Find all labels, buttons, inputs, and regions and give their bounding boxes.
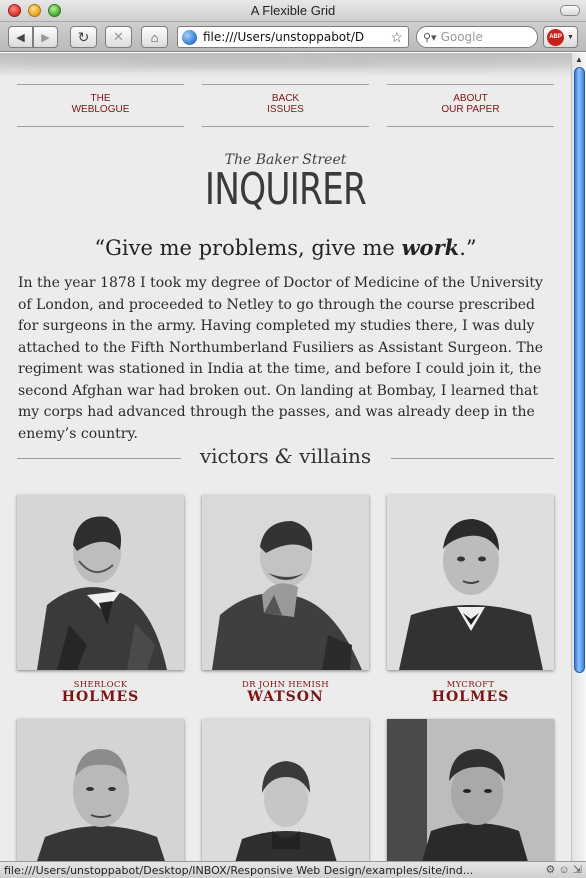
section-heading-left: victors	[199, 444, 276, 468]
reload-icon: ↻	[77, 28, 90, 45]
figure-mycroft-holmes[interactable]	[387, 495, 554, 670]
stop-icon: ✕	[113, 29, 124, 44]
page-viewport: The Weblogue Back Issues About Our Paper…	[0, 53, 571, 861]
stop-button[interactable]: ✕	[105, 26, 132, 48]
quote-text-before: “Give me problems, give me	[94, 236, 402, 260]
vertical-scrollbar[interactable]: ▲	[571, 53, 586, 861]
status-url: file:///Users/unstoppabot/Desktop/INBOX/…	[4, 864, 474, 877]
figure-sherlock-holmes[interactable]	[17, 495, 184, 670]
forward-button[interactable]: ▶	[33, 26, 58, 48]
globe-icon	[182, 29, 197, 45]
nav-label-line2: Issues	[267, 104, 304, 115]
status-bar: file:///Users/unstoppabot/Desktop/INBOX/…	[0, 861, 586, 878]
nav-weblogue[interactable]: The Weblogue	[17, 84, 184, 127]
figure-villain-1[interactable]	[17, 719, 184, 861]
figure-last-name[interactable]: Holmes	[387, 689, 554, 705]
home-button[interactable]: ⌂	[141, 26, 168, 48]
home-icon: ⌂	[150, 29, 159, 45]
browser-toolbar: ◀ ▶ ↻ ✕ ⌂ file:///Users/unstoppabot/D ☆ …	[0, 22, 586, 52]
address-bar-url[interactable]: file:///Users/unstoppabot/D	[203, 30, 378, 44]
nav-back-issues[interactable]: Back Issues	[202, 84, 369, 127]
portrait-image	[17, 719, 184, 861]
adblock-button[interactable]: ABP ▼	[543, 26, 578, 48]
window-title: A Flexible Grid	[250, 3, 336, 18]
scrollbar-thumb[interactable]	[574, 67, 585, 673]
search-icon: ⚲▾	[423, 31, 437, 44]
back-button[interactable]: ◀	[8, 26, 33, 48]
nav-label-line1: Back	[271, 93, 300, 104]
chevron-down-icon: ▼	[567, 33, 574, 41]
article-body: In the year 1878 I took my degree of Doc…	[18, 275, 544, 442]
search-placeholder: Google	[440, 30, 483, 44]
bookmark-star-icon[interactable]: ☆	[390, 29, 403, 46]
pull-quote: “Give me problems, give me work.”	[0, 235, 571, 260]
reload-button[interactable]: ↻	[70, 26, 97, 48]
portrait-image	[17, 495, 184, 670]
section-heading-right: villains	[292, 444, 372, 468]
greasemonkey-icon[interactable]: ☺	[558, 864, 569, 876]
figure-last-name[interactable]: Holmes	[17, 689, 184, 705]
figure-last-name[interactable]: Watson	[202, 689, 369, 705]
nav-label-line2: Weblogue	[71, 104, 130, 115]
section-heading-amp: &	[275, 444, 293, 468]
portrait-image	[202, 719, 369, 861]
window-titlebar: A Flexible Grid	[0, 0, 586, 22]
portrait-image	[387, 719, 554, 861]
nav-label-line1: The	[90, 93, 111, 104]
portrait-image	[202, 495, 369, 670]
section-heading: victors & villains	[0, 444, 571, 468]
nav-label-line1: About	[453, 93, 488, 104]
back-arrow-icon: ◀	[16, 31, 25, 44]
search-field[interactable]: ⚲▾ Google	[416, 26, 538, 48]
forward-arrow-icon: ▶	[41, 31, 50, 44]
figure-john-watson[interactable]	[202, 495, 369, 670]
portrait-image	[387, 495, 554, 670]
nav-label-line2: Our Paper	[441, 104, 500, 115]
masthead-logo[interactable]: INQUIRER	[63, 164, 508, 215]
status-icons: ⚙ ☺ ⇲	[546, 863, 582, 876]
scroll-up-icon[interactable]: ▲	[575, 55, 583, 64]
figure-villain-2[interactable]	[202, 719, 369, 861]
nav-about[interactable]: About Our Paper	[387, 84, 554, 127]
figure-villain-3[interactable]	[387, 719, 554, 861]
resize-grip-icon[interactable]: ⇲	[573, 864, 582, 876]
quote-emphasis: work	[401, 235, 460, 260]
address-bar[interactable]: file:///Users/unstoppabot/D ☆	[177, 26, 409, 48]
firebug-icon[interactable]: ⚙	[546, 864, 556, 876]
adblock-icon: ABP	[547, 28, 565, 46]
toolbar-toggle-button[interactable]	[560, 5, 580, 16]
quote-text-after: .”	[459, 236, 477, 260]
page-header-texture	[0, 53, 571, 79]
